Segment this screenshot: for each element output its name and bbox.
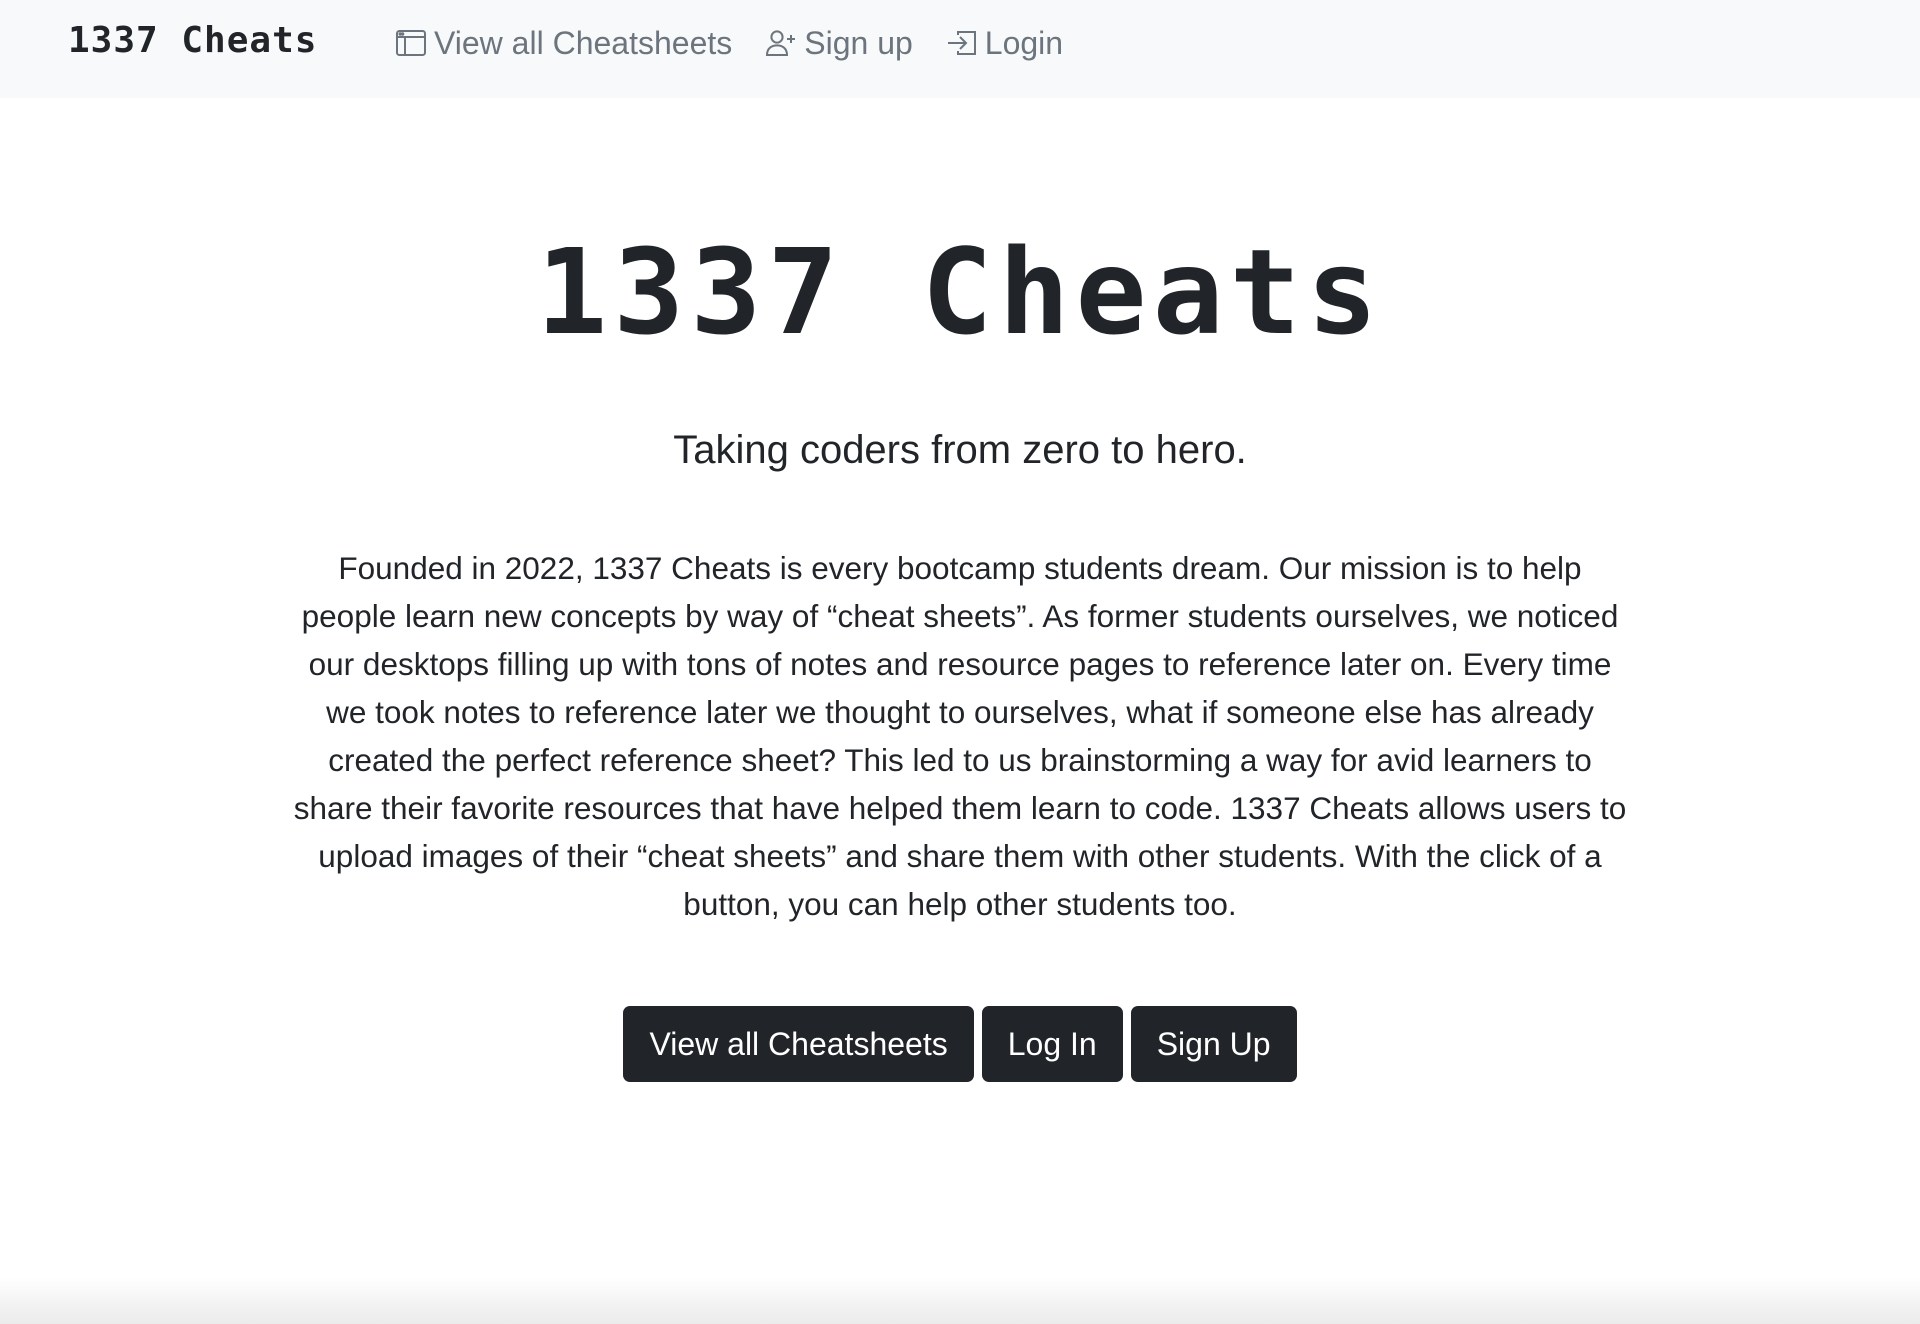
hero-button-group: View all Cheatsheets Log In Sign Up bbox=[0, 1006, 1920, 1082]
nav-link-sign-up[interactable]: Sign up bbox=[764, 25, 913, 62]
view-all-cheatsheets-button[interactable]: View all Cheatsheets bbox=[623, 1006, 974, 1082]
nav-link-login[interactable]: Login bbox=[945, 25, 1063, 62]
footer-shadow bbox=[0, 1278, 1920, 1324]
box-arrow-in-right-icon bbox=[945, 26, 979, 60]
hero-section: 1337 Cheats Taking coders from zero to h… bbox=[0, 98, 1920, 1278]
nav-link-label: Login bbox=[984, 24, 1064, 61]
hero-title: 1337 Cheats bbox=[536, 223, 1384, 361]
nav-link-label: Sign up bbox=[804, 24, 913, 61]
nav-links: View all Cheatsheets Sign up Login bbox=[394, 0, 1095, 86]
person-plus-icon bbox=[764, 26, 798, 60]
navbar: 1337 Cheats View all Cheatsheets Sign up… bbox=[0, 0, 1920, 98]
nav-link-label: View all Cheatsheets bbox=[434, 24, 733, 61]
sign-up-button[interactable]: Sign Up bbox=[1130, 1006, 1297, 1082]
window-icon bbox=[394, 26, 428, 60]
hero-subtitle: Taking coders from zero to hero. bbox=[673, 428, 1247, 472]
log-in-button[interactable]: Log In bbox=[981, 1006, 1123, 1082]
nav-link-view-all-cheatsheets[interactable]: View all Cheatsheets bbox=[394, 25, 732, 62]
brand-logo-link[interactable]: 1337 Cheats bbox=[68, 20, 317, 61]
hero-description: Founded in 2022, 1337 Cheats is every bo… bbox=[293, 550, 1627, 922]
